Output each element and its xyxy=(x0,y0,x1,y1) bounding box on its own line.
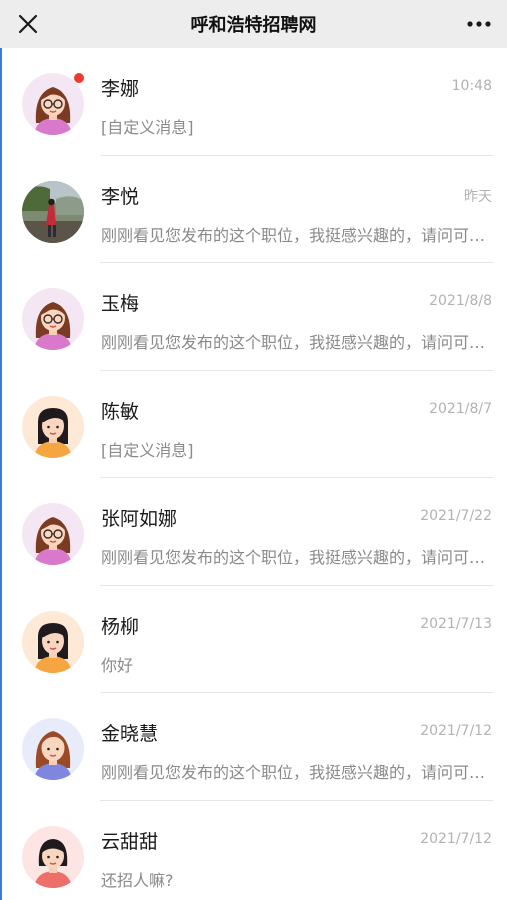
contact-name: 杨柳 xyxy=(101,615,140,638)
message-preview: 你好 xyxy=(101,655,134,675)
conversation-list: 李娜 10:48 [自定义消息] 李悦 昨天 刚刚看见您发布的这个职位，我挺感兴… xyxy=(0,48,507,900)
message-time: 2021/8/7 xyxy=(429,400,492,417)
more-horizontal-icon xyxy=(467,21,491,27)
woman-glasses-avatar xyxy=(22,288,84,350)
page-title: 呼和浩特招聘网 xyxy=(190,15,317,36)
photo-avatar xyxy=(22,180,84,243)
message-preview: 刚刚看见您发布的这个职位，我挺感兴趣的，请问可以详细聊聊吗？ xyxy=(101,548,491,567)
unread-badge xyxy=(74,73,84,83)
conversation-item[interactable]: 陈敏 2021/8/7 [自定义消息] xyxy=(0,371,507,478)
conversation-item[interactable]: 李娜 10:48 [自定义消息] xyxy=(0,48,507,156)
contact-name: 陈敏 xyxy=(101,400,140,423)
message-time: 10:48 xyxy=(451,78,492,94)
contact-name: 玉梅 xyxy=(101,293,140,315)
contact-name: 金晓慧 xyxy=(101,723,159,745)
conversation-item[interactable]: 杨柳 2021/7/13 你好 xyxy=(0,586,507,693)
message-preview: 刚刚看见您发布的这个职位，我挺感兴趣的，请问可以详细聊聊吗？ xyxy=(101,763,491,782)
message-time: 2021/7/12 xyxy=(420,723,492,739)
conversation-item[interactable]: 云甜甜 2021/7/12 还招人嘛? xyxy=(0,801,507,900)
conversation-item[interactable]: 金晓慧 2021/7/12 刚刚看见您发布的这个职位，我挺感兴趣的，请问可以详细… xyxy=(0,693,507,801)
message-preview: 刚刚看见您发布的这个职位，我挺感兴趣的，请问可以详细聊聊吗？ xyxy=(101,333,491,352)
title-bar: 呼和浩特招聘网 xyxy=(0,0,507,48)
contact-name: 李悦 xyxy=(101,185,140,208)
message-preview: 还招人嘛? xyxy=(101,870,174,890)
conversation-item[interactable]: 张阿如娜 2021/7/22 刚刚看见您发布的这个职位，我挺感兴趣的，请问可以详… xyxy=(0,478,507,586)
woman-short-hair-avatar xyxy=(22,825,84,888)
woman-straight-hair-avatar xyxy=(22,395,84,458)
message-time: 2021/7/22 xyxy=(420,508,492,524)
conversation-item[interactable]: 玉梅 2021/8/8 刚刚看见您发布的这个职位，我挺感兴趣的，请问可以详细聊聊… xyxy=(0,263,507,371)
message-time: 2021/7/12 xyxy=(420,830,492,847)
message-time: 2021/7/13 xyxy=(420,615,492,632)
message-preview: [自定义消息] xyxy=(101,118,194,137)
message-preview: [自定义消息] xyxy=(101,440,194,460)
woman-brown-hair-avatar xyxy=(22,718,84,780)
woman-glasses-avatar xyxy=(22,73,84,135)
conversation-item[interactable]: 李悦 昨天 刚刚看见您发布的这个职位，我挺感兴趣的，请问可以详细聊聊吗？ xyxy=(0,156,507,263)
contact-name: 云甜甜 xyxy=(101,830,159,853)
contact-name: 张阿如娜 xyxy=(101,508,178,530)
woman-straight-hair-avatar xyxy=(22,610,84,673)
message-preview: 刚刚看见您发布的这个职位，我挺感兴趣的，请问可以详细聊聊吗？ xyxy=(101,225,491,245)
message-time: 2021/8/8 xyxy=(429,293,492,309)
contact-name: 李娜 xyxy=(101,78,140,100)
more-button[interactable] xyxy=(463,10,495,38)
message-time: 昨天 xyxy=(464,188,492,205)
woman-glasses-avatar xyxy=(22,503,84,565)
